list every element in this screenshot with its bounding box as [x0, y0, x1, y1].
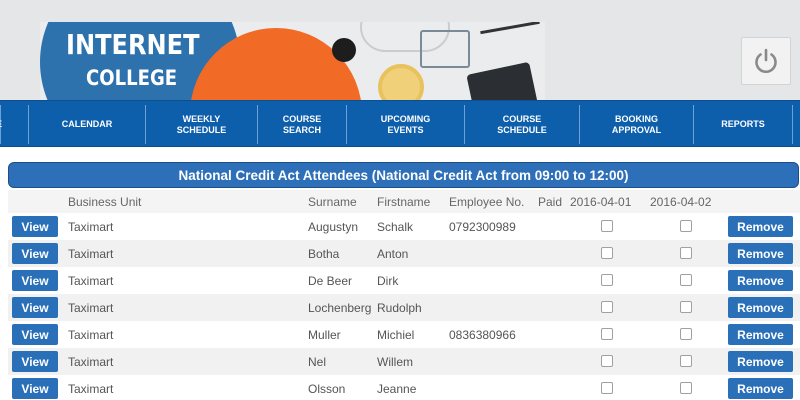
cell-firstname: Michiel — [377, 328, 415, 342]
nav-item-course-search[interactable]: COURSE SEARCH — [258, 101, 346, 148]
table-row: View Taximart Nel Willem Remove — [8, 348, 800, 375]
logout-button[interactable] — [741, 37, 791, 85]
nav-item-reports[interactable]: REPORTS — [694, 101, 792, 148]
main-nav: E CALENDAR WEEKLY SCHEDULE COURSE SEARCH… — [0, 100, 800, 147]
remove-button[interactable]: Remove — [728, 351, 793, 372]
table-header: Business Unit Surname Firstname Employee… — [8, 190, 800, 213]
cell-business-unit: Taximart — [68, 301, 114, 315]
table-row: View Taximart Muller Michiel 0836380966 Remov… — [8, 321, 800, 348]
table-row: View Taximart Lochenberg Rudolph Remove — [8, 294, 800, 321]
column-header-paid[interactable]: Paid — [538, 195, 562, 209]
remove-button[interactable]: Remove — [728, 216, 793, 237]
header: INTERNET COLLEGE — [0, 0, 800, 100]
view-button[interactable]: View — [12, 351, 58, 372]
attendance-checkbox-day2[interactable] — [680, 328, 692, 340]
table-row: View Taximart Olsson Jeanne Remove — [8, 375, 800, 400]
nav-item-partial[interactable]: E — [0, 101, 4, 148]
remove-button[interactable]: Remove — [728, 270, 793, 291]
attendance-checkbox-day2[interactable] — [680, 382, 692, 394]
logo-text-college: COLLEGE — [86, 66, 178, 90]
cell-business-unit: Taximart — [68, 220, 114, 234]
column-header-employee-no[interactable]: Employee No. — [449, 195, 524, 209]
view-button[interactable]: View — [12, 270, 58, 291]
attendance-checkbox-day2[interactable] — [680, 220, 692, 232]
column-header-date-1[interactable]: 2016-04-01 — [570, 195, 631, 209]
nav-item-weekly-schedule[interactable]: WEEKLY SCHEDULE — [146, 101, 257, 148]
attendance-checkbox-day1[interactable] — [601, 328, 613, 340]
attendance-checkbox-day2[interactable] — [680, 247, 692, 259]
power-icon — [755, 48, 777, 73]
column-header-surname[interactable]: Surname — [308, 195, 357, 209]
column-header-business-unit[interactable]: Business Unit — [68, 195, 141, 209]
attendance-checkbox-day2[interactable] — [680, 301, 692, 313]
attendance-checkbox-day1[interactable] — [601, 247, 613, 259]
banner-clipboard — [420, 30, 470, 68]
cell-firstname: Dirk — [377, 274, 399, 288]
cell-business-unit: Taximart — [68, 382, 114, 396]
cell-business-unit: Taximart — [68, 355, 114, 369]
nav-item-course-schedule[interactable]: COURSE SCHEDULE — [465, 101, 579, 148]
cell-firstname: Schalk — [377, 220, 414, 234]
cell-surname: Nel — [308, 355, 327, 369]
attendance-checkbox-day1[interactable] — [601, 382, 613, 394]
cell-firstname: Willem — [377, 355, 413, 369]
column-header-date-2[interactable]: 2016-04-02 — [650, 195, 711, 209]
attendance-checkbox-day1[interactable] — [601, 220, 613, 232]
view-button[interactable]: View — [12, 324, 58, 345]
nav-separator — [792, 105, 793, 144]
attendance-checkbox-day1[interactable] — [601, 301, 613, 313]
attendance-checkbox-day2[interactable] — [680, 274, 692, 286]
view-button[interactable]: View — [12, 378, 58, 399]
logo-text-internet: INTERNET — [66, 28, 200, 61]
cell-firstname: Jeanne — [377, 382, 417, 396]
cell-surname: Augustyn — [308, 220, 359, 234]
banner-coffee-cup — [332, 38, 356, 62]
cell-business-unit: Taximart — [68, 247, 114, 261]
cell-employee-no: 0836380966 — [449, 328, 516, 342]
table-row: View Taximart Augustyn Schalk 0792300989 Remo… — [8, 213, 800, 240]
banner-pen — [480, 22, 540, 35]
cell-employee-no: 0792300989 — [449, 220, 516, 234]
view-button[interactable]: View — [12, 216, 58, 237]
cell-firstname: Rudolph — [377, 301, 422, 315]
remove-button[interactable]: Remove — [728, 378, 793, 399]
cell-surname: De Beer — [308, 274, 353, 288]
cell-surname: Botha — [308, 247, 340, 261]
table-row: View Taximart Botha Anton Remove — [8, 240, 800, 267]
view-button[interactable]: View — [12, 243, 58, 264]
attendance-checkbox-day1[interactable] — [601, 355, 613, 367]
cell-surname: Lochenberg — [308, 301, 372, 315]
nav-item-calendar[interactable]: CALENDAR — [29, 101, 145, 148]
cell-business-unit: Taximart — [68, 274, 114, 288]
banner-saucer — [378, 64, 424, 100]
attendance-checkbox-day2[interactable] — [680, 355, 692, 367]
column-header-firstname[interactable]: Firstname — [377, 195, 430, 209]
page-title: National Credit Act Attendees (National … — [8, 162, 799, 188]
nav-item-upcoming-events[interactable]: UPCOMING EVENTS — [347, 101, 464, 148]
nav-item-booking-approval[interactable]: BOOKING APPROVAL — [580, 101, 693, 148]
remove-button[interactable]: Remove — [728, 243, 793, 264]
cell-surname: Muller — [308, 328, 341, 342]
cell-firstname: Anton — [377, 247, 409, 261]
remove-button[interactable]: Remove — [728, 297, 793, 318]
table-row: View Taximart De Beer Dirk Remove — [8, 267, 800, 294]
cell-surname: Olsson — [308, 382, 346, 396]
remove-button[interactable]: Remove — [728, 324, 793, 345]
view-button[interactable]: View — [12, 297, 58, 318]
banner-tablet — [466, 61, 538, 100]
cell-business-unit: Taximart — [68, 328, 114, 342]
attendance-checkbox-day1[interactable] — [601, 274, 613, 286]
